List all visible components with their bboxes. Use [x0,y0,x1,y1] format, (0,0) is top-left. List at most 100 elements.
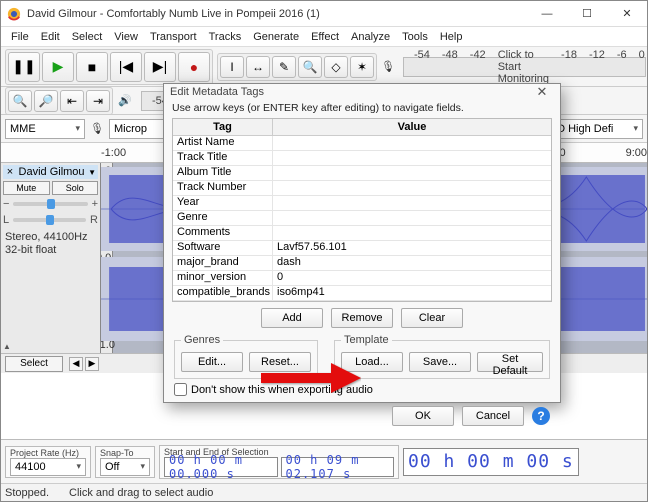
record-button[interactable]: ● [178,52,210,82]
table-row[interactable]: Comments [173,226,551,241]
maximize-button[interactable]: ☐ [567,1,607,27]
menu-tracks[interactable]: Tracks [203,29,248,45]
template-fieldset: Template Load... Save... Set Default [334,334,550,379]
menu-edit[interactable]: Edit [35,29,66,45]
remove-button[interactable]: Remove [331,308,393,328]
tag-cell[interactable]: Software [173,241,273,255]
menu-generate[interactable]: Generate [247,29,305,45]
tag-cell[interactable]: compatible_brands [173,286,273,300]
table-row[interactable]: SoftwareLavf57.56.101 [173,241,551,256]
selection-box: Start and End of Selection 00 h 00 m 00.… [159,445,399,479]
project-rate-dropdown[interactable]: 44100 [10,458,86,476]
menu-file[interactable]: File [5,29,35,45]
track-info: Stereo, 44100Hz32-bit float [3,229,98,259]
pause-button[interactable]: ❚❚ [8,52,40,82]
tag-cell[interactable]: Album Title [173,166,273,180]
reset-genres-button[interactable]: Reset... [249,352,311,372]
track-menu-icon[interactable]: ▼ [88,168,96,177]
menu-select[interactable]: Select [66,29,109,45]
table-row[interactable]: compatible_brandsiso6mp41 [173,286,551,301]
timeshift-tool[interactable]: ◇ [324,56,348,78]
dont-show-input[interactable] [174,383,187,396]
solo-button[interactable]: Solo [52,181,99,195]
table-row[interactable]: Artist Name [173,136,551,151]
select-track-button[interactable]: Select [5,356,63,372]
value-cell[interactable] [273,166,551,180]
value-cell[interactable] [273,136,551,150]
track-close-icon[interactable]: × [5,166,15,178]
zoom-out-icon[interactable]: 🔎 [34,90,58,112]
minimize-button[interactable]: — [527,1,567,27]
snap-dropdown[interactable]: Off [100,458,150,476]
table-row[interactable]: Year [173,196,551,211]
tag-cell[interactable]: Comments [173,226,273,240]
fit-sel-icon[interactable]: ⇤ [60,90,84,112]
clear-button[interactable]: Clear [401,308,463,328]
tag-cell[interactable]: Genre [173,211,273,225]
tag-cell[interactable]: Year [173,196,273,210]
menu-view[interactable]: View [108,29,144,45]
draw-tool[interactable]: ✎ [272,56,296,78]
gain-slider[interactable]: −+ [3,197,98,211]
set-default-button[interactable]: Set Default [477,352,543,372]
value-cell[interactable] [273,151,551,165]
track-title[interactable]: × David Gilmou ▼ [3,165,98,179]
tag-cell[interactable]: major_brand [173,256,273,270]
menu-analyze[interactable]: Analyze [345,29,396,45]
menu-effect[interactable]: Effect [305,29,345,45]
skip-start-button[interactable]: |◀ [110,52,142,82]
table-row[interactable]: Genre [173,211,551,226]
sel-start-field[interactable]: 00 h 00 m 00.000 s [164,457,278,477]
table-row[interactable]: Album Title [173,166,551,181]
table-row[interactable]: Track Number [173,181,551,196]
table-row[interactable]: Track Title [173,151,551,166]
value-cell[interactable]: 0 [273,271,551,285]
dont-show-checkbox[interactable]: Don't show this when exporting audio [164,379,560,400]
multi-tool[interactable]: ✶ [350,56,374,78]
tag-cell[interactable]: Artist Name [173,136,273,150]
pan-slider[interactable]: LR [3,213,98,227]
table-row[interactable]: major_branddash [173,256,551,271]
value-cell[interactable] [273,211,551,225]
metadata-table[interactable]: Tag Value Artist NameTrack TitleAlbum Ti… [172,118,552,302]
zoom-tool[interactable]: 🔍 [298,56,322,78]
tag-cell[interactable]: minor_version [173,271,273,285]
menu-tools[interactable]: Tools [396,29,434,45]
ok-button[interactable]: OK [392,406,454,426]
value-cell[interactable] [273,226,551,240]
skip-end-button[interactable]: ▶| [144,52,176,82]
edit-genres-button[interactable]: Edit... [181,352,243,372]
add-button[interactable]: Add [261,308,323,328]
table-row[interactable]: minor_version0 [173,271,551,286]
host-dropdown[interactable]: MME [5,119,85,139]
rec-meter[interactable]: -54 -48 -42 Click to Start Monitoring -1… [403,57,646,77]
tag-cell[interactable]: Track Title [173,151,273,165]
selection-tool[interactable]: I [220,56,244,78]
genres-fieldset: Genres Edit... Reset... [174,334,318,379]
value-cell[interactable]: iso6mp41 [273,286,551,300]
hscroll-arrows[interactable]: ◀▶ [69,357,99,371]
close-button[interactable]: ✕ [607,1,647,27]
value-cell[interactable] [273,196,551,210]
value-cell[interactable] [273,181,551,195]
help-icon[interactable]: ? [532,407,550,425]
value-cell[interactable]: Lavf57.56.101 [273,241,551,255]
cancel-button[interactable]: Cancel [462,406,524,426]
sel-end-field[interactable]: 00 h 09 m 02.107 s [281,457,395,477]
zoom-in-icon[interactable]: 🔍 [8,90,32,112]
value-cell[interactable]: dash [273,256,551,270]
save-template-button[interactable]: Save... [409,352,471,372]
fit-proj-icon[interactable]: ⇥ [86,90,110,112]
track-collapse-icon[interactable]: ▲ [3,342,98,351]
menu-transport[interactable]: Transport [144,29,203,45]
tag-cell[interactable]: Track Number [173,181,273,195]
play-button[interactable]: ▶ [42,52,74,82]
envelope-tool[interactable]: ↔ [246,56,270,78]
menu-help[interactable]: Help [434,29,469,45]
dialog-close-icon[interactable]: ✕ [530,84,554,100]
mute-button[interactable]: Mute [3,181,50,195]
load-template-button[interactable]: Load... [341,352,403,372]
menu-bar: File Edit Select View Transport Tracks G… [1,27,647,47]
stop-button[interactable]: ■ [76,52,108,82]
audio-position[interactable]: 00 h 00 m 00 s [403,448,579,476]
